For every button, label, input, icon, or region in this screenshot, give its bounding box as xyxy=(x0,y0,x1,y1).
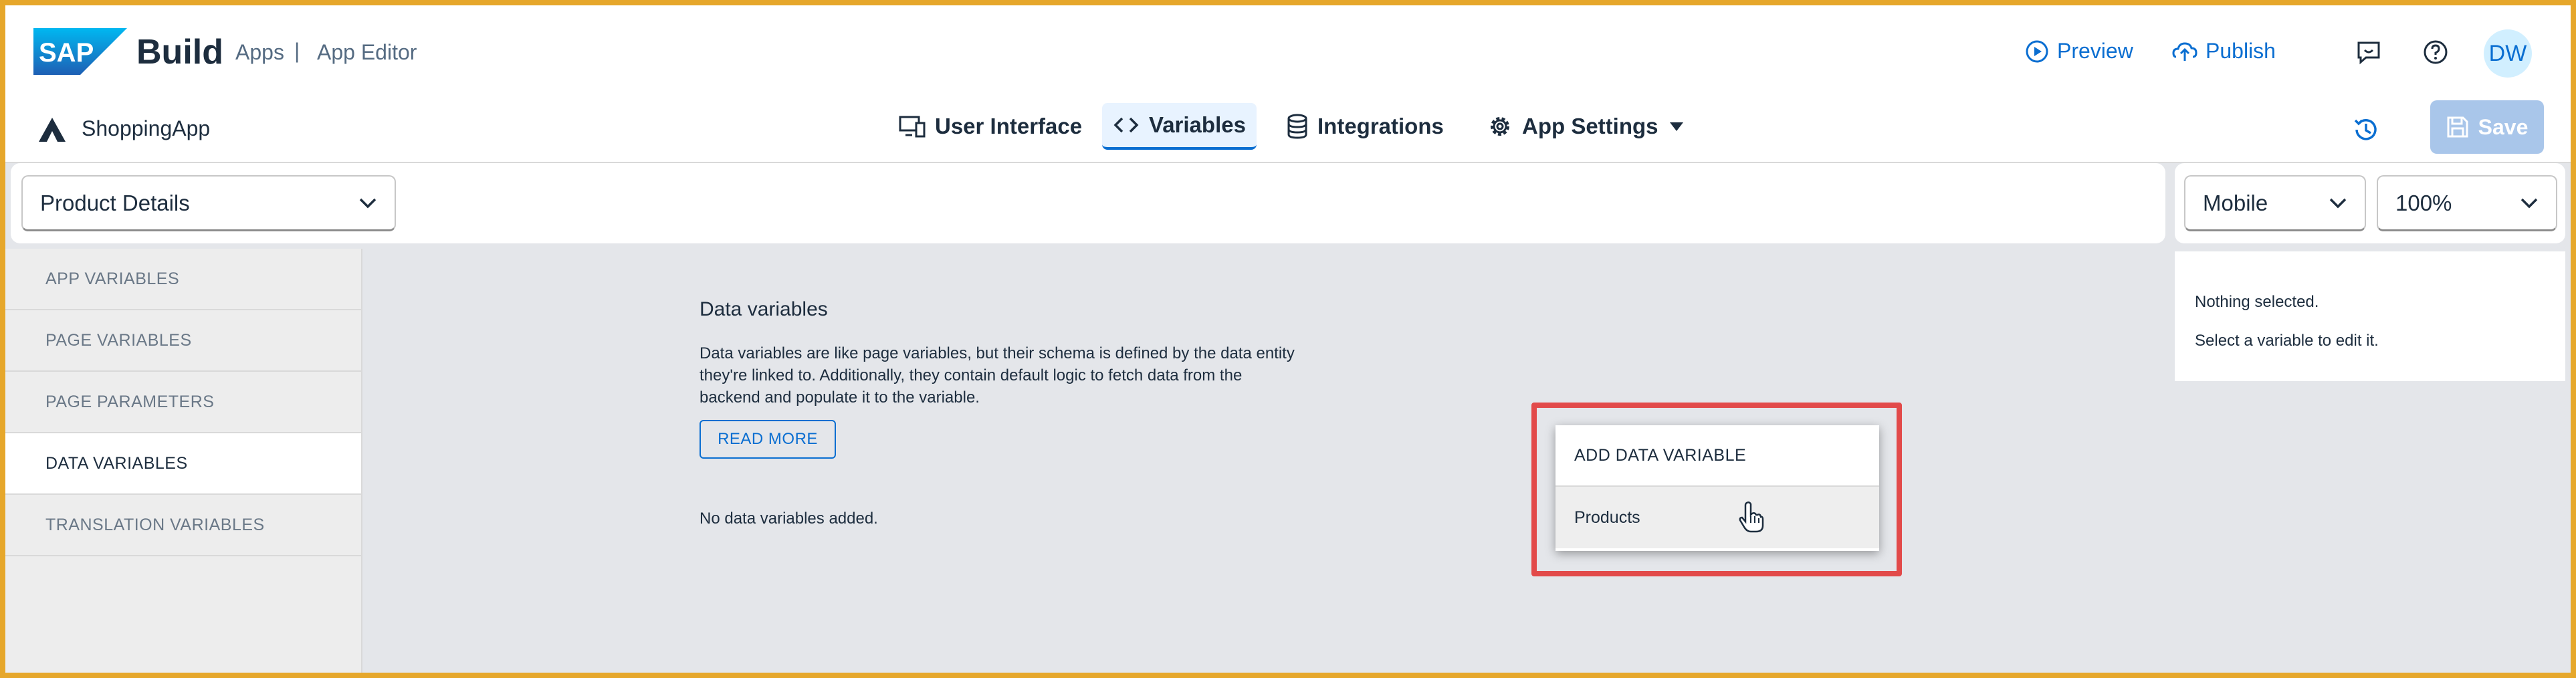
history-icon[interactable] xyxy=(2350,114,2382,146)
monitor-mobile-icon xyxy=(899,116,926,138)
read-more-button[interactable]: READ MORE xyxy=(700,420,836,459)
app-window: SAP Build Apps | App Editor Preview Publ… xyxy=(5,5,2571,673)
publish-button[interactable]: Publish xyxy=(2172,39,2276,64)
device-select-value: Mobile xyxy=(2203,190,2268,215)
nav-item-page-parameters[interactable]: PAGE PARAMETERS xyxy=(5,372,361,433)
code-icon xyxy=(1113,117,1139,133)
preview-label: Preview xyxy=(2057,39,2133,63)
save-label: Save xyxy=(2478,114,2529,139)
apps-link[interactable]: Apps xyxy=(235,40,284,65)
tab-integrations[interactable]: Integrations xyxy=(1276,103,1455,150)
tab-label: Variables xyxy=(1149,112,1246,137)
breadcrumb-separator: | xyxy=(294,39,300,63)
chevron-down-icon xyxy=(2520,198,2538,208)
gear-icon xyxy=(1491,117,1509,136)
editor-toolbar: ShoppingApp User Interface Variables Int… xyxy=(5,96,2571,163)
caret-down-icon[interactable] xyxy=(1668,120,1685,133)
preview-button[interactable]: Preview xyxy=(2025,39,2133,64)
popup-option-products[interactable]: Products xyxy=(1555,487,1879,548)
page-selector-bar: Product Details xyxy=(11,163,2165,243)
page-select[interactable]: Product Details xyxy=(21,175,396,231)
product-title: Build xyxy=(136,33,223,72)
feedback-icon[interactable] xyxy=(2355,39,2382,66)
device-select[interactable]: Mobile xyxy=(2184,175,2366,231)
nav-item-data-variables[interactable]: DATA VARIABLES xyxy=(5,433,361,495)
empty-state-text: No data variables added. xyxy=(700,510,878,528)
tab-label: App Settings xyxy=(1522,114,1658,138)
sap-logo[interactable]: SAP xyxy=(33,28,127,75)
zoom-select-value: 100% xyxy=(2395,190,2452,215)
tab-label: Integrations xyxy=(1317,114,1444,138)
app-editor-label: App Editor xyxy=(317,40,417,64)
tab-app-settings[interactable]: App Settings xyxy=(1477,103,1696,150)
properties-panel: Nothing selected. Select a variable to e… xyxy=(2175,251,2565,381)
database-icon xyxy=(1287,114,1307,139)
hand-cursor-icon xyxy=(1739,501,1764,533)
section-title: Data variables xyxy=(700,298,828,320)
help-icon[interactable] xyxy=(2422,39,2449,66)
publish-label: Publish xyxy=(2206,39,2276,63)
preview-settings-bar: Mobile 100% xyxy=(2175,163,2565,243)
svg-text:SAP: SAP xyxy=(39,38,94,68)
nav-item-page-variables[interactable]: PAGE VARIABLES xyxy=(5,310,361,372)
select-hint-text: Select a variable to edit it. xyxy=(2195,332,2379,350)
app-logo-icon xyxy=(39,118,66,142)
popup-header: ADD DATA VARIABLE xyxy=(1555,425,1879,487)
nothing-selected-text: Nothing selected. xyxy=(2195,293,2319,311)
app-name: ShoppingApp xyxy=(82,116,211,140)
play-circle-icon xyxy=(2026,40,2048,62)
save-icon xyxy=(2447,116,2468,138)
add-data-variable-popup: ADD DATA VARIABLE Products xyxy=(1555,425,1879,551)
shell-bar: SAP Build Apps | App Editor Preview Publ… xyxy=(5,5,2571,96)
tab-variables[interactable]: Variables xyxy=(1102,103,1257,150)
chevron-down-icon xyxy=(359,198,377,208)
cloud-upload-icon xyxy=(2172,41,2197,61)
save-button[interactable]: Save xyxy=(2430,100,2544,154)
section-description: Data variables are like page variables, … xyxy=(700,344,1295,407)
zoom-select[interactable]: 100% xyxy=(2377,175,2557,231)
page-select-value: Product Details xyxy=(40,190,190,215)
user-avatar[interactable]: DW xyxy=(2484,29,2532,78)
chevron-down-icon xyxy=(2329,198,2347,208)
nav-item-app-variables[interactable]: APP VARIABLES xyxy=(5,249,361,310)
variables-nav: APP VARIABLES PAGE VARIABLES PAGE PARAME… xyxy=(5,249,362,673)
nav-item-translation-variables[interactable]: TRANSLATION VARIABLES xyxy=(5,495,361,556)
tab-user-interface[interactable]: User Interface xyxy=(888,103,1093,150)
tab-label: User Interface xyxy=(935,114,1083,138)
